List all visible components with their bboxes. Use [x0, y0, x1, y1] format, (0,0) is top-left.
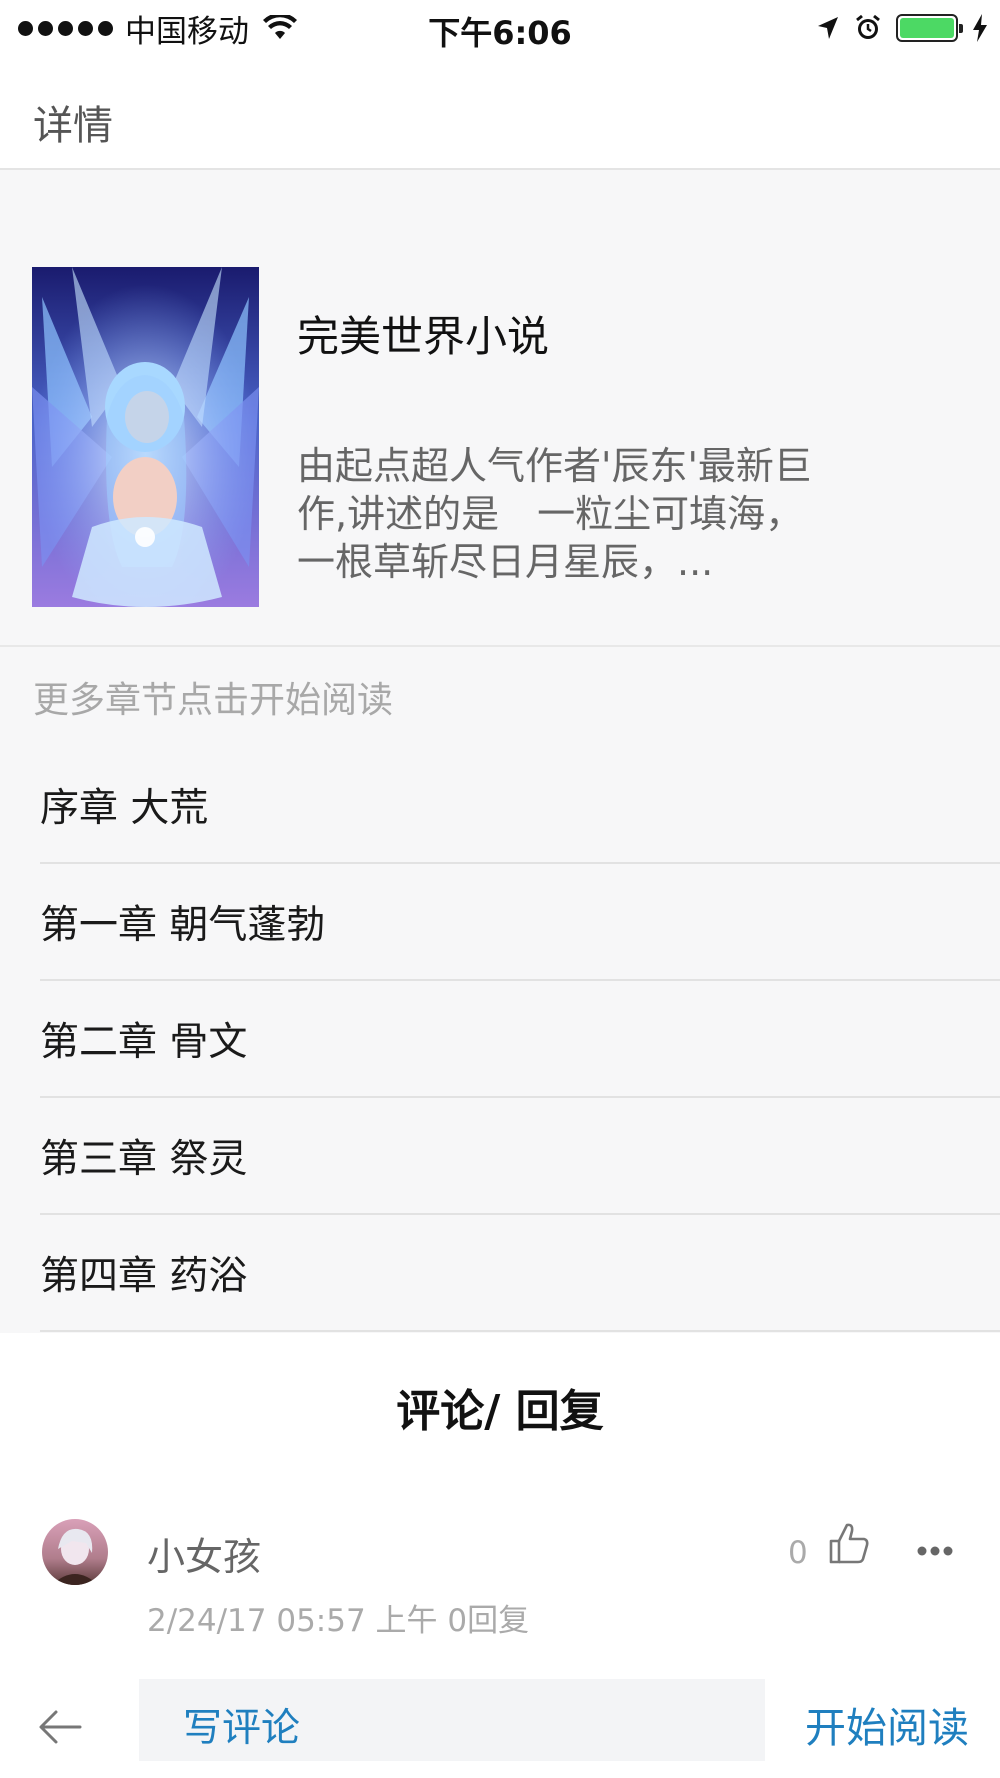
comment-username[interactable]: 小女孩	[147, 1526, 261, 1581]
book-info: 完美世界小说 由起点超人气作者'辰东'最新巨作,讲述的是 一粒尘可填海，一根草斩…	[0, 170, 1000, 647]
status-bar: 中国移动 下午6:06	[0, 0, 1000, 55]
alarm-icon	[856, 14, 880, 39]
battery-fill	[900, 18, 954, 38]
status-bar-right	[816, 10, 988, 46]
write-comment-input[interactable]: 写评论	[139, 1679, 765, 1761]
chapter-item[interactable]: 第三章 祭灵	[40, 1098, 1000, 1215]
battery-icon	[896, 14, 963, 42]
bottom-bar: 写评论 开始阅读	[0, 1678, 1000, 1778]
comment-meta: 2/24/17 05:57 上午 0回复	[147, 1603, 530, 1639]
chapter-item[interactable]: 第四章 药浴	[40, 1215, 1000, 1332]
avatar[interactable]	[42, 1519, 108, 1585]
like-count: 0	[788, 1535, 808, 1571]
comments-title: 评论/ 回复	[396, 1386, 604, 1437]
charging-icon	[973, 14, 987, 42]
chapter-item[interactable]: 第一章 朝气蓬勃	[40, 864, 1000, 981]
location-icon	[818, 17, 838, 39]
chapter-list: 序章 大荒 第一章 朝气蓬勃 第二章 骨文 第三章 祭灵 第四章 药浴	[40, 747, 1000, 1332]
chapter-section: 更多章节点击开始阅读 序章 大荒 第一章 朝气蓬勃 第二章 骨文 第三章 祭灵 …	[0, 647, 1000, 1333]
page-title: 详情	[33, 103, 113, 149]
back-arrow-icon[interactable]	[36, 1702, 86, 1752]
comments-section: 评论/ 回复 小女孩 2/24/17 05:57 上午 0回复 0	[0, 1333, 1000, 1678]
write-comment-label: 写评论	[183, 1706, 301, 1751]
chapters-hint: 更多章节点击开始阅读	[33, 680, 394, 721]
more-icon[interactable]	[916, 1545, 954, 1557]
thumbs-up-icon[interactable]	[828, 1521, 870, 1565]
book-title: 完美世界小说	[297, 312, 550, 361]
nav-bar: 详情	[0, 55, 1000, 170]
start-reading-button[interactable]: 开始阅读	[805, 1694, 969, 1754]
chapter-item[interactable]: 序章 大荒	[40, 747, 1000, 864]
book-cover-image[interactable]	[32, 267, 259, 607]
chapter-item[interactable]: 第二章 骨文	[40, 981, 1000, 1098]
book-description: 由起点超人气作者'辰东'最新巨作,讲述的是 一粒尘可填海，一根草斩尽日月星辰，.…	[297, 444, 812, 584]
